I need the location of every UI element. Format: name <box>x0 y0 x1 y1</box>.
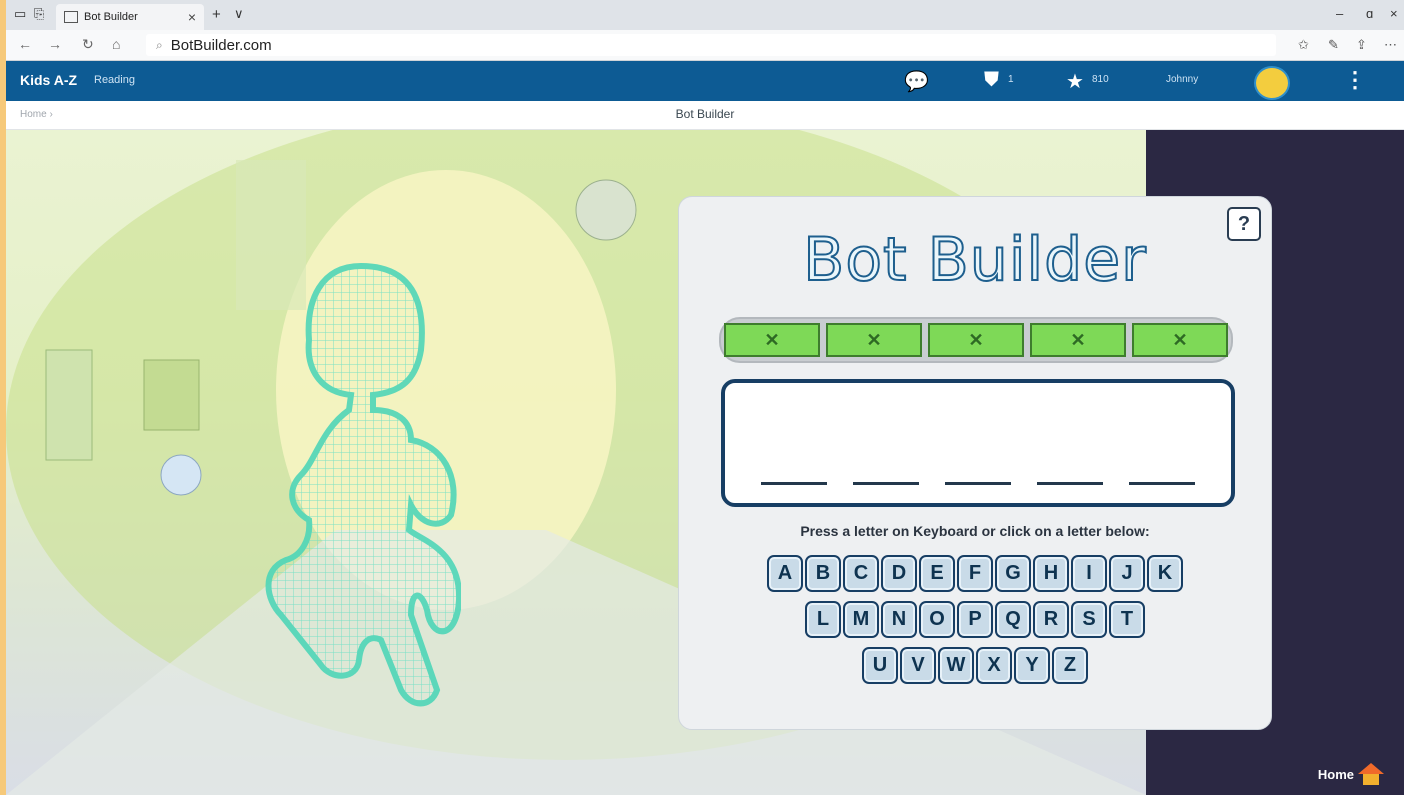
letter-key[interactable]: A <box>767 555 803 592</box>
game-home-button[interactable]: Home <box>1318 763 1384 785</box>
browser-window: ▭ ⎘ Bot Builder × + ∨ – ɑ × ← → ↻ ⌂ ⌕ Bo… <box>6 0 1404 795</box>
keyboard-row-3: UVWXYZ <box>679 647 1271 684</box>
letter-key[interactable]: D <box>881 555 917 592</box>
letter-blank <box>761 482 827 485</box>
letter-key[interactable]: R <box>1033 601 1069 638</box>
instruction-text: Press a letter on Keyboard or click on a… <box>800 523 1150 539</box>
browser-tab[interactable]: Bot Builder × <box>56 4 204 30</box>
attempt-slot: ✕ <box>1132 323 1228 357</box>
letter-blank <box>1129 482 1195 485</box>
tab-menu-icon[interactable]: ∨ <box>234 6 244 22</box>
tab-bar: ▭ ⎘ Bot Builder × + ∨ – ɑ × <box>6 0 1404 30</box>
more-icon[interactable]: ⋯ <box>1384 37 1397 53</box>
letter-key[interactable]: W <box>938 647 974 684</box>
page-favicon-icon <box>64 11 78 23</box>
letter-key[interactable]: B <box>805 555 841 592</box>
sub-header: Home › Bot Builder <box>6 101 1404 130</box>
letter-key[interactable]: O <box>919 601 955 638</box>
site-logo[interactable]: Kids A-Z <box>20 72 77 88</box>
tab-title: Bot Builder <box>84 11 138 23</box>
letter-key[interactable]: P <box>957 601 993 638</box>
pen-icon[interactable]: ✎ <box>1328 37 1339 53</box>
home-label: Home <box>1317 766 1354 782</box>
maximize-button[interactable]: ɑ <box>1366 6 1373 21</box>
attempt-slot: ✕ <box>1030 323 1126 357</box>
letter-key[interactable]: Q <box>995 601 1031 638</box>
message-icon[interactable]: 💬 <box>904 69 929 94</box>
letter-key[interactable]: N <box>881 601 917 638</box>
letter-key[interactable]: V <box>900 647 936 684</box>
letter-key[interactable]: H <box>1033 555 1069 592</box>
letter-key[interactable]: S <box>1071 601 1107 638</box>
game-canvas: ? Bot Builder ✕ ✕ ✕ ✕ ✕ Press a letter o… <box>6 130 1404 795</box>
reading-menu[interactable]: Reading <box>94 74 135 86</box>
answer-box <box>721 379 1235 507</box>
avatar[interactable] <box>1254 66 1290 100</box>
letter-key[interactable]: T <box>1109 601 1145 638</box>
attempt-slot: ✕ <box>928 323 1024 357</box>
url-text: BotBuilder.com <box>170 36 272 54</box>
letter-blank <box>853 482 919 485</box>
game-panel: ? Bot Builder ✕ ✕ ✕ ✕ ✕ Press a letter o… <box>678 196 1272 730</box>
letter-key[interactable]: X <box>976 647 1012 684</box>
minimize-button[interactable]: – <box>1336 6 1343 21</box>
share-icon[interactable]: ⇪ <box>1356 37 1367 53</box>
letter-key[interactable]: L <box>805 601 841 638</box>
tab-history-icon[interactable]: ⎘ <box>34 6 44 22</box>
letter-key[interactable]: U <box>862 647 898 684</box>
letter-blank <box>945 482 1011 485</box>
keyboard-row-1: ABCDEFGHIJK <box>679 555 1271 592</box>
site-header: Kids A-Z Reading 💬 ⛊ 1 ★ 810 Johnny ⋮ <box>6 61 1404 101</box>
tab-close-icon[interactable]: × <box>188 9 196 25</box>
close-window-button[interactable]: × <box>1390 6 1398 21</box>
letter-key[interactable]: I <box>1071 555 1107 592</box>
kebab-menu-icon[interactable]: ⋮ <box>1344 67 1366 93</box>
back-icon[interactable]: ← <box>18 36 32 52</box>
letter-key[interactable]: Z <box>1052 647 1088 684</box>
robot-outline <box>265 262 461 707</box>
letter-key[interactable]: C <box>843 555 879 592</box>
tab-actions-icon[interactable]: ▭ <box>14 6 26 22</box>
shield-icon[interactable]: ⛊ <box>984 69 999 92</box>
shield-count: 1 <box>1008 74 1014 85</box>
attempt-progress: ✕ ✕ ✕ ✕ ✕ <box>719 317 1233 363</box>
address-bar-row: ← → ↻ ⌂ ⌕ BotBuilder.com ✩ ✎ ⇪ ⋯ <box>6 30 1404 61</box>
forward-icon[interactable]: → <box>48 36 62 52</box>
letter-blank <box>1037 482 1103 485</box>
letter-key[interactable]: Y <box>1014 647 1050 684</box>
keyboard-row-2: LMNOPQRST <box>679 601 1271 638</box>
attempt-slot: ✕ <box>724 323 820 357</box>
letter-key[interactable]: E <box>919 555 955 592</box>
letter-blanks <box>761 482 1195 485</box>
page-title: Bot Builder <box>675 107 735 121</box>
star-count: 810 <box>1092 74 1109 85</box>
house-icon <box>1358 763 1384 785</box>
letter-key[interactable]: J <box>1109 555 1145 592</box>
username-label[interactable]: Johnny <box>1166 74 1198 85</box>
url-field[interactable]: ⌕ BotBuilder.com <box>146 34 1276 56</box>
letter-key[interactable]: G <box>995 555 1031 592</box>
favorites-icon[interactable]: ✩ <box>1298 37 1309 53</box>
game-title: Bot Builder <box>802 224 1147 296</box>
attempt-slot: ✕ <box>826 323 922 357</box>
home-icon[interactable]: ⌂ <box>112 36 120 52</box>
new-tab-button[interactable]: + <box>212 6 221 23</box>
search-icon: ⌕ <box>156 37 163 52</box>
letter-key[interactable]: F <box>957 555 993 592</box>
letter-key[interactable]: M <box>843 601 879 638</box>
star-icon[interactable]: ★ <box>1066 69 1084 94</box>
letter-key[interactable]: K <box>1147 555 1183 592</box>
refresh-icon[interactable]: ↻ <box>82 36 94 53</box>
